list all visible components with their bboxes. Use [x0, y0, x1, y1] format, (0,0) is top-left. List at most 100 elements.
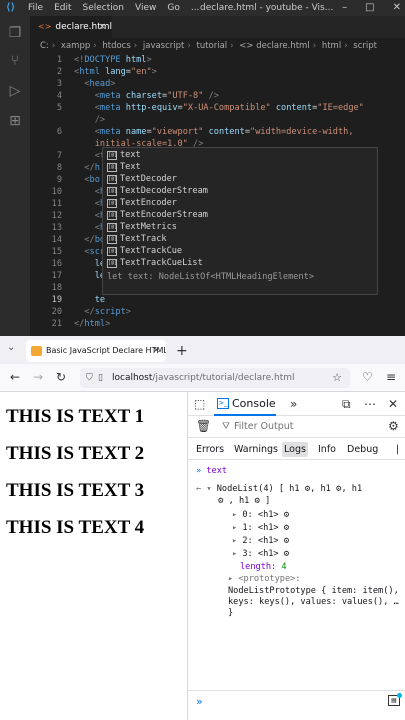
line-number: 2 [56, 67, 62, 77]
suggestion-item[interactable]: [@] TextTrackCueList [103, 257, 377, 269]
variable-icon: [@] [107, 162, 118, 172]
line-number: 15 [51, 247, 62, 257]
suggestion-item[interactable]: [@] TextEncoderStream [103, 209, 377, 221]
element-picker-icon[interactable]: ⬚ [194, 397, 205, 411]
dock-icon[interactable]: ⧉ [342, 397, 351, 411]
pocket-icon[interactable]: ♡ [362, 370, 373, 384]
tab-declare-html[interactable]: <> declare.html × [30, 16, 112, 38]
menu-view[interactable]: View [135, 2, 156, 14]
menu-file[interactable]: File [28, 2, 43, 14]
new-tab-icon[interactable]: + [176, 340, 188, 362]
shield-icon[interactable]: ⛉ [86, 372, 96, 384]
window-controls: – □ ✕ [342, 1, 401, 14]
url-bar[interactable]: ⛉ ▯ localhost/javascript/tutorial/declar… [80, 368, 350, 388]
node-target-icon[interactable]: ⚙ [254, 496, 259, 507]
breadcrumb-item[interactable]: tutorial [196, 41, 227, 51]
bookmark-star-icon[interactable]: ☆ [332, 368, 342, 388]
console-result-nodelist[interactable]: ← ▾ NodeList(4) [ h1 ⚙, h1 ⚙, h1 [196, 484, 362, 495]
more-levels-icon[interactable]: | [394, 442, 401, 457]
nodelist-entry[interactable]: ▸ 2: <h1> ⚙ [232, 536, 289, 547]
menu-selection[interactable]: Selection [83, 2, 124, 14]
expand-triangle-icon[interactable]: ▾ [206, 484, 211, 494]
breadcrumb-item[interactable]: xampp [61, 41, 90, 51]
breadcrumb-item[interactable]: javascript [143, 41, 185, 51]
suggestion-item[interactable]: [@] TextMetrics [103, 221, 377, 233]
heading-2: THIS IS TEXT 2 [6, 443, 145, 464]
source-control-icon[interactable]: ⑂ [6, 52, 24, 70]
page-info-icon[interactable]: ▯ [98, 372, 108, 384]
console-input[interactable]: » ▤ [188, 690, 405, 720]
suggestion-item[interactable]: [@] text [103, 149, 377, 161]
breadcrumb-item[interactable]: html [322, 41, 341, 51]
line-number: 17 [51, 271, 62, 281]
level-debug[interactable]: Debug [345, 442, 380, 457]
node-target-icon[interactable]: ⚙ [284, 536, 289, 547]
nodelist-entry[interactable]: ▸ 3: <h1> ⚙ [232, 549, 289, 560]
node-target-icon[interactable]: ⚙ [218, 496, 223, 507]
menu-more[interactable]: ... [191, 2, 200, 14]
window-title: declare.html - youtube - Vis... [200, 3, 334, 13]
extensions-icon[interactable]: ⊞ [6, 112, 24, 130]
minimize-icon[interactable]: – [342, 1, 347, 14]
page-content: THIS IS TEXT 1 THIS IS TEXT 2 THIS IS TE… [0, 392, 186, 720]
filter-output-input[interactable]: ⛛ Filter Output [222, 420, 294, 434]
console-result-nodelist-cont: ⚙ , h1 ⚙ ] [218, 496, 271, 507]
breadcrumb-item[interactable]: C: [40, 41, 49, 51]
suggestion-item[interactable]: [@] TextTrack [103, 233, 377, 245]
collapse-triangle-icon[interactable]: ▸ [232, 536, 237, 546]
code-line: </script> [84, 307, 131, 317]
breadcrumb-item[interactable]: <> declare.html [239, 41, 309, 51]
code-line: <bo [84, 175, 100, 185]
node-target-icon[interactable]: ⚙ [305, 484, 310, 495]
node-target-icon[interactable]: ⚙ [284, 510, 289, 521]
close-window-icon[interactable]: ✕ [393, 1, 401, 14]
suggestion-item[interactable]: [@] TextEncoder [103, 197, 377, 209]
node-target-icon[interactable]: ⚙ [336, 484, 341, 495]
collapse-triangle-icon[interactable]: ▸ [232, 523, 237, 533]
breadcrumb-item[interactable]: script [353, 41, 377, 51]
forward-icon[interactable]: → [33, 370, 43, 384]
suggestion-item[interactable]: [@] TextDecoderStream [103, 185, 377, 197]
run-debug-icon[interactable]: ▷ [6, 82, 24, 100]
close-devtools-icon[interactable]: ✕ [388, 397, 398, 411]
tab-close-icon[interactable]: ✕ [152, 340, 160, 362]
level-logs[interactable]: Logs [282, 442, 308, 457]
menu-icon[interactable]: ≡ [386, 370, 396, 384]
suggestion-item[interactable]: [@] TextTrackCue [103, 245, 377, 257]
reload-icon[interactable]: ↻ [56, 370, 66, 384]
level-warnings[interactable]: Warnings [232, 442, 280, 457]
settings-gear-icon[interactable]: ⚙ [388, 419, 399, 433]
clear-console-icon[interactable]: 🗑 [196, 419, 211, 433]
suggestion-item[interactable]: [@] Text [103, 161, 377, 173]
maximize-icon[interactable]: □ [365, 1, 374, 14]
back-icon[interactable]: ← [10, 370, 20, 384]
node-target-icon[interactable]: ⚙ [284, 523, 289, 534]
more-tabs-icon[interactable]: » [290, 397, 297, 411]
collapse-triangle-icon[interactable]: ▸ [228, 574, 233, 584]
tab-list-icon[interactable]: ⌄ [7, 342, 15, 353]
breadcrumb: C: › xampp › htdocs › javascript › tutorial ›… [40, 41, 377, 51]
more-options-icon[interactable]: ⋯ [364, 397, 376, 411]
line-number: 11 [51, 199, 62, 209]
breadcrumb-item[interactable]: htdocs [102, 41, 130, 51]
menu-edit[interactable]: Edit [54, 2, 71, 14]
explorer-icon[interactable]: ❐ [6, 24, 24, 42]
nodelist-prototype[interactable]: ▸ <prototype>: [228, 574, 300, 585]
code-line: </h [84, 163, 100, 173]
line-number: 18 [51, 283, 62, 293]
level-errors[interactable]: Errors [194, 442, 226, 457]
nodelist-entry[interactable]: ▸ 0: <h1> ⚙ [232, 510, 289, 521]
level-info[interactable]: Info [316, 442, 338, 457]
node-target-icon[interactable]: ⚙ [284, 549, 289, 560]
browser-tab[interactable]: Basic JavaScript Declare HTML ✕ [26, 340, 166, 362]
tab-close-icon[interactable]: × [98, 16, 106, 38]
collapse-triangle-icon[interactable]: ▸ [232, 549, 237, 559]
code-line: te [74, 294, 105, 306]
line-number: 5 [56, 103, 62, 113]
activity-bar: ❐ ⑂ ▷ ⊞ [0, 16, 30, 336]
collapse-triangle-icon[interactable]: ▸ [232, 510, 237, 520]
menu-go[interactable]: Go [167, 2, 179, 14]
suggestion-item[interactable]: [@] TextDecoder [103, 173, 377, 185]
tab-console[interactable]: >_ Console [214, 392, 276, 416]
nodelist-entry[interactable]: ▸ 1: <h1> ⚙ [232, 523, 289, 534]
